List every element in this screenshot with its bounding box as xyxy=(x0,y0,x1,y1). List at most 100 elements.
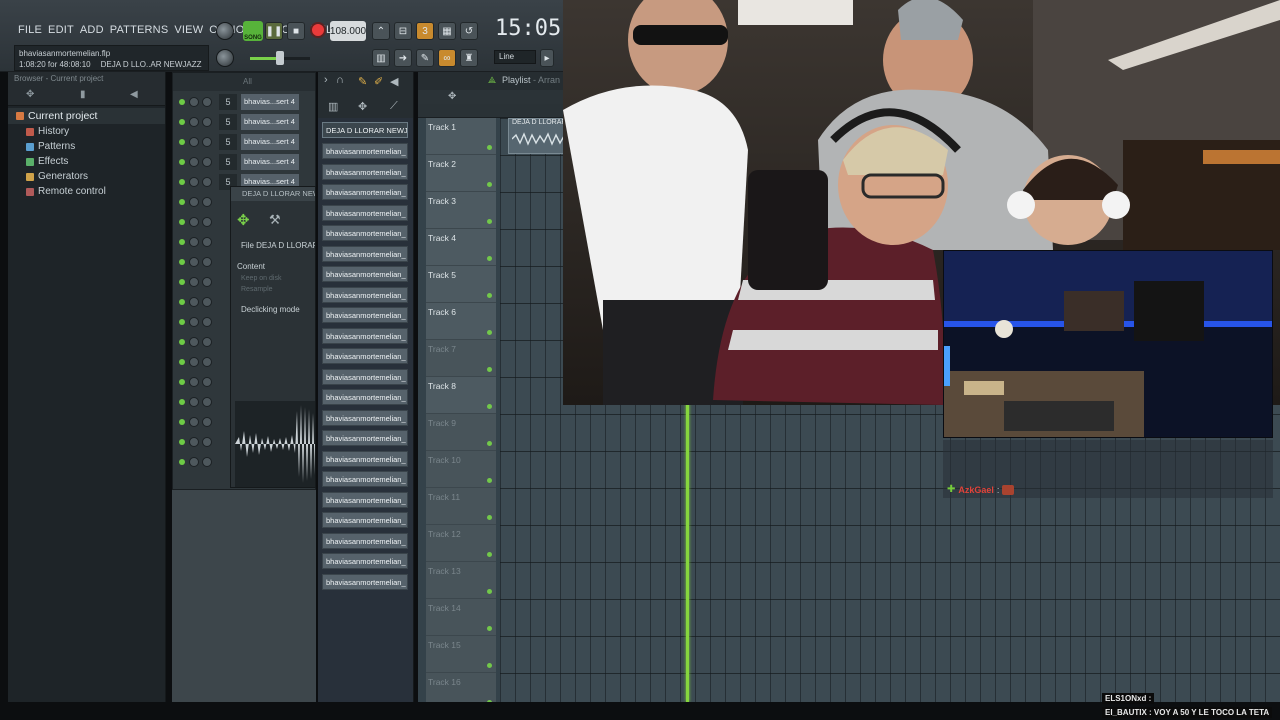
channel-led[interactable] xyxy=(179,379,185,385)
playlist-toggle-button[interactable]: ➜ xyxy=(394,49,412,67)
move-icon[interactable]: ✥ xyxy=(26,89,34,100)
channel-led[interactable] xyxy=(179,199,185,205)
pattern-item[interactable]: bhaviasanmortemelian_ xyxy=(322,184,408,200)
tree-generators[interactable]: Generators xyxy=(8,169,165,184)
track-header[interactable]: Track 13 xyxy=(426,562,496,599)
pattern-item[interactable]: bhaviasanmortemelian_ xyxy=(322,450,408,467)
song-pattern-toggle[interactable]: SONG xyxy=(243,21,263,41)
channel-volume-knob[interactable] xyxy=(202,97,212,107)
track-enable-led[interactable] xyxy=(487,219,492,224)
channel-led[interactable] xyxy=(179,299,185,305)
channel-pan-knob[interactable] xyxy=(189,237,199,247)
tree-patterns[interactable]: Patterns xyxy=(8,139,165,154)
channel-volume-knob[interactable] xyxy=(202,377,212,387)
pattern-item-active[interactable]: DEJA D LLORAR NEWJ... xyxy=(322,122,408,138)
channel-pan-knob[interactable] xyxy=(189,257,199,267)
track-enable-led[interactable] xyxy=(487,478,492,483)
channel-pan-knob[interactable] xyxy=(189,457,199,467)
pattern-item[interactable]: bhaviasanmortemelian_ xyxy=(322,327,408,344)
channel-pan-knob[interactable] xyxy=(189,337,199,347)
track-enable-led[interactable] xyxy=(487,182,492,187)
channel-name[interactable]: bhavias...sert 4 xyxy=(241,154,299,170)
channel-led[interactable] xyxy=(179,459,185,465)
channel-volume-knob[interactable] xyxy=(202,397,212,407)
waveform-tab-icon[interactable]: ✥ xyxy=(237,211,250,229)
tree-current-project[interactable]: Current project xyxy=(8,108,165,124)
track-enable-led[interactable] xyxy=(487,367,492,372)
track-enable-led[interactable] xyxy=(487,145,492,150)
track-header[interactable]: Track 12 xyxy=(426,525,496,562)
track-header[interactable]: Track 8 xyxy=(426,377,496,414)
paint-tool-icon[interactable]: ✎ xyxy=(358,75,367,88)
playhead-marker[interactable] xyxy=(686,402,689,702)
pattern-item[interactable]: bhaviasanmortemelian_ xyxy=(322,163,408,180)
channel-led[interactable] xyxy=(179,399,185,405)
master-volume-slider[interactable] xyxy=(276,51,284,65)
chevron-right-icon[interactable]: › xyxy=(324,74,328,86)
pattern-item[interactable]: bhaviasanmortemelian_ xyxy=(322,225,408,241)
channel-led[interactable] xyxy=(179,99,185,105)
track-header[interactable]: Track 7 xyxy=(426,340,496,377)
track-header[interactable]: Track 6 xyxy=(426,303,496,340)
channel-led[interactable] xyxy=(179,219,185,225)
stop-button[interactable]: ■ xyxy=(287,22,305,40)
channel-volume-knob[interactable] xyxy=(202,457,212,467)
track-header[interactable]: Track 5 xyxy=(426,266,496,303)
track-enable-led[interactable] xyxy=(487,256,492,261)
track-header[interactable]: Track 3 xyxy=(426,192,496,229)
resample-option[interactable]: Resample xyxy=(231,282,315,293)
tree-history[interactable]: History xyxy=(8,124,165,139)
track-enable-led[interactable] xyxy=(487,404,492,409)
pattern-item[interactable]: bhaviasanmortemelian_ xyxy=(322,553,408,569)
move-icon[interactable]: ✥ xyxy=(358,100,367,113)
channel-pan-knob[interactable] xyxy=(189,117,199,127)
channel-volume-knob[interactable] xyxy=(202,437,212,447)
channel-mixer-track[interactable]: 5 xyxy=(219,114,237,130)
track-enable-led[interactable] xyxy=(487,552,492,557)
track-enable-led[interactable] xyxy=(487,293,492,298)
speaker-icon[interactable]: ◀ xyxy=(390,75,398,88)
channel-volume-knob[interactable] xyxy=(202,357,212,367)
pattern-item[interactable]: bhaviasanmortemelian_ xyxy=(322,286,408,303)
track-header[interactable]: Track 14 xyxy=(426,599,496,636)
sample-waveform[interactable] xyxy=(235,401,315,487)
channel-volume-knob[interactable] xyxy=(202,337,212,347)
pattern-item[interactable]: bhaviasanmortemelian_ xyxy=(322,368,408,385)
channel-pan-knob[interactable] xyxy=(189,357,199,367)
master-pitch-knob[interactable] xyxy=(216,49,234,67)
brush-tool-icon[interactable]: ✐ xyxy=(374,75,383,88)
channel-pan-knob[interactable] xyxy=(189,317,199,327)
channel-volume-knob[interactable] xyxy=(202,177,212,187)
draw-tool-button[interactable]: ✎ xyxy=(416,49,434,67)
track-header[interactable]: Track 4 xyxy=(426,229,496,266)
magnet-button[interactable]: ∞ xyxy=(438,49,456,67)
channel-row[interactable]: 5 bhavias...sert 4 xyxy=(173,113,315,131)
keep-on-disk-option[interactable]: Keep on disk xyxy=(231,271,315,282)
channel-pan-knob[interactable] xyxy=(189,177,199,187)
metronome-button[interactable]: ⌃ xyxy=(372,22,390,40)
channel-pan-knob[interactable] xyxy=(189,197,199,207)
track-header[interactable]: Track 2 xyxy=(426,155,496,192)
pattern-item[interactable]: bhaviasanmortemelian_ xyxy=(322,491,408,508)
record-button[interactable] xyxy=(310,22,326,38)
channel-volume-knob[interactable] xyxy=(202,197,212,207)
menu-patterns[interactable]: PATTERNS xyxy=(110,24,169,36)
track-enable-led[interactable] xyxy=(487,663,492,668)
pattern-item[interactable]: bhaviasanmortemelian_ xyxy=(322,143,408,159)
channel-led[interactable] xyxy=(179,419,185,425)
track-header[interactable]: Track 15 xyxy=(426,636,496,673)
sampler-file-value[interactable]: DEJA D LLORAR N xyxy=(256,241,315,250)
menu-add[interactable]: ADD xyxy=(80,24,104,36)
blend-notes-button[interactable]: ▦ xyxy=(438,22,456,40)
channel-pan-knob[interactable] xyxy=(189,157,199,167)
audio-clip[interactable]: DEJA D LLORAR xyxy=(508,118,568,154)
channel-led[interactable] xyxy=(179,259,185,265)
headphones-icon[interactable]: ∩ xyxy=(336,74,344,86)
channel-led[interactable] xyxy=(179,179,185,185)
channel-name[interactable]: bhavias...sert 4 xyxy=(241,134,299,150)
pattern-item[interactable]: bhaviasanmortemelian_ xyxy=(322,409,408,426)
channel-mixer-track[interactable]: 5 xyxy=(219,134,237,150)
track-enable-led[interactable] xyxy=(487,589,492,594)
menu-file[interactable]: FILE xyxy=(18,24,42,36)
channel-led[interactable] xyxy=(179,359,185,365)
